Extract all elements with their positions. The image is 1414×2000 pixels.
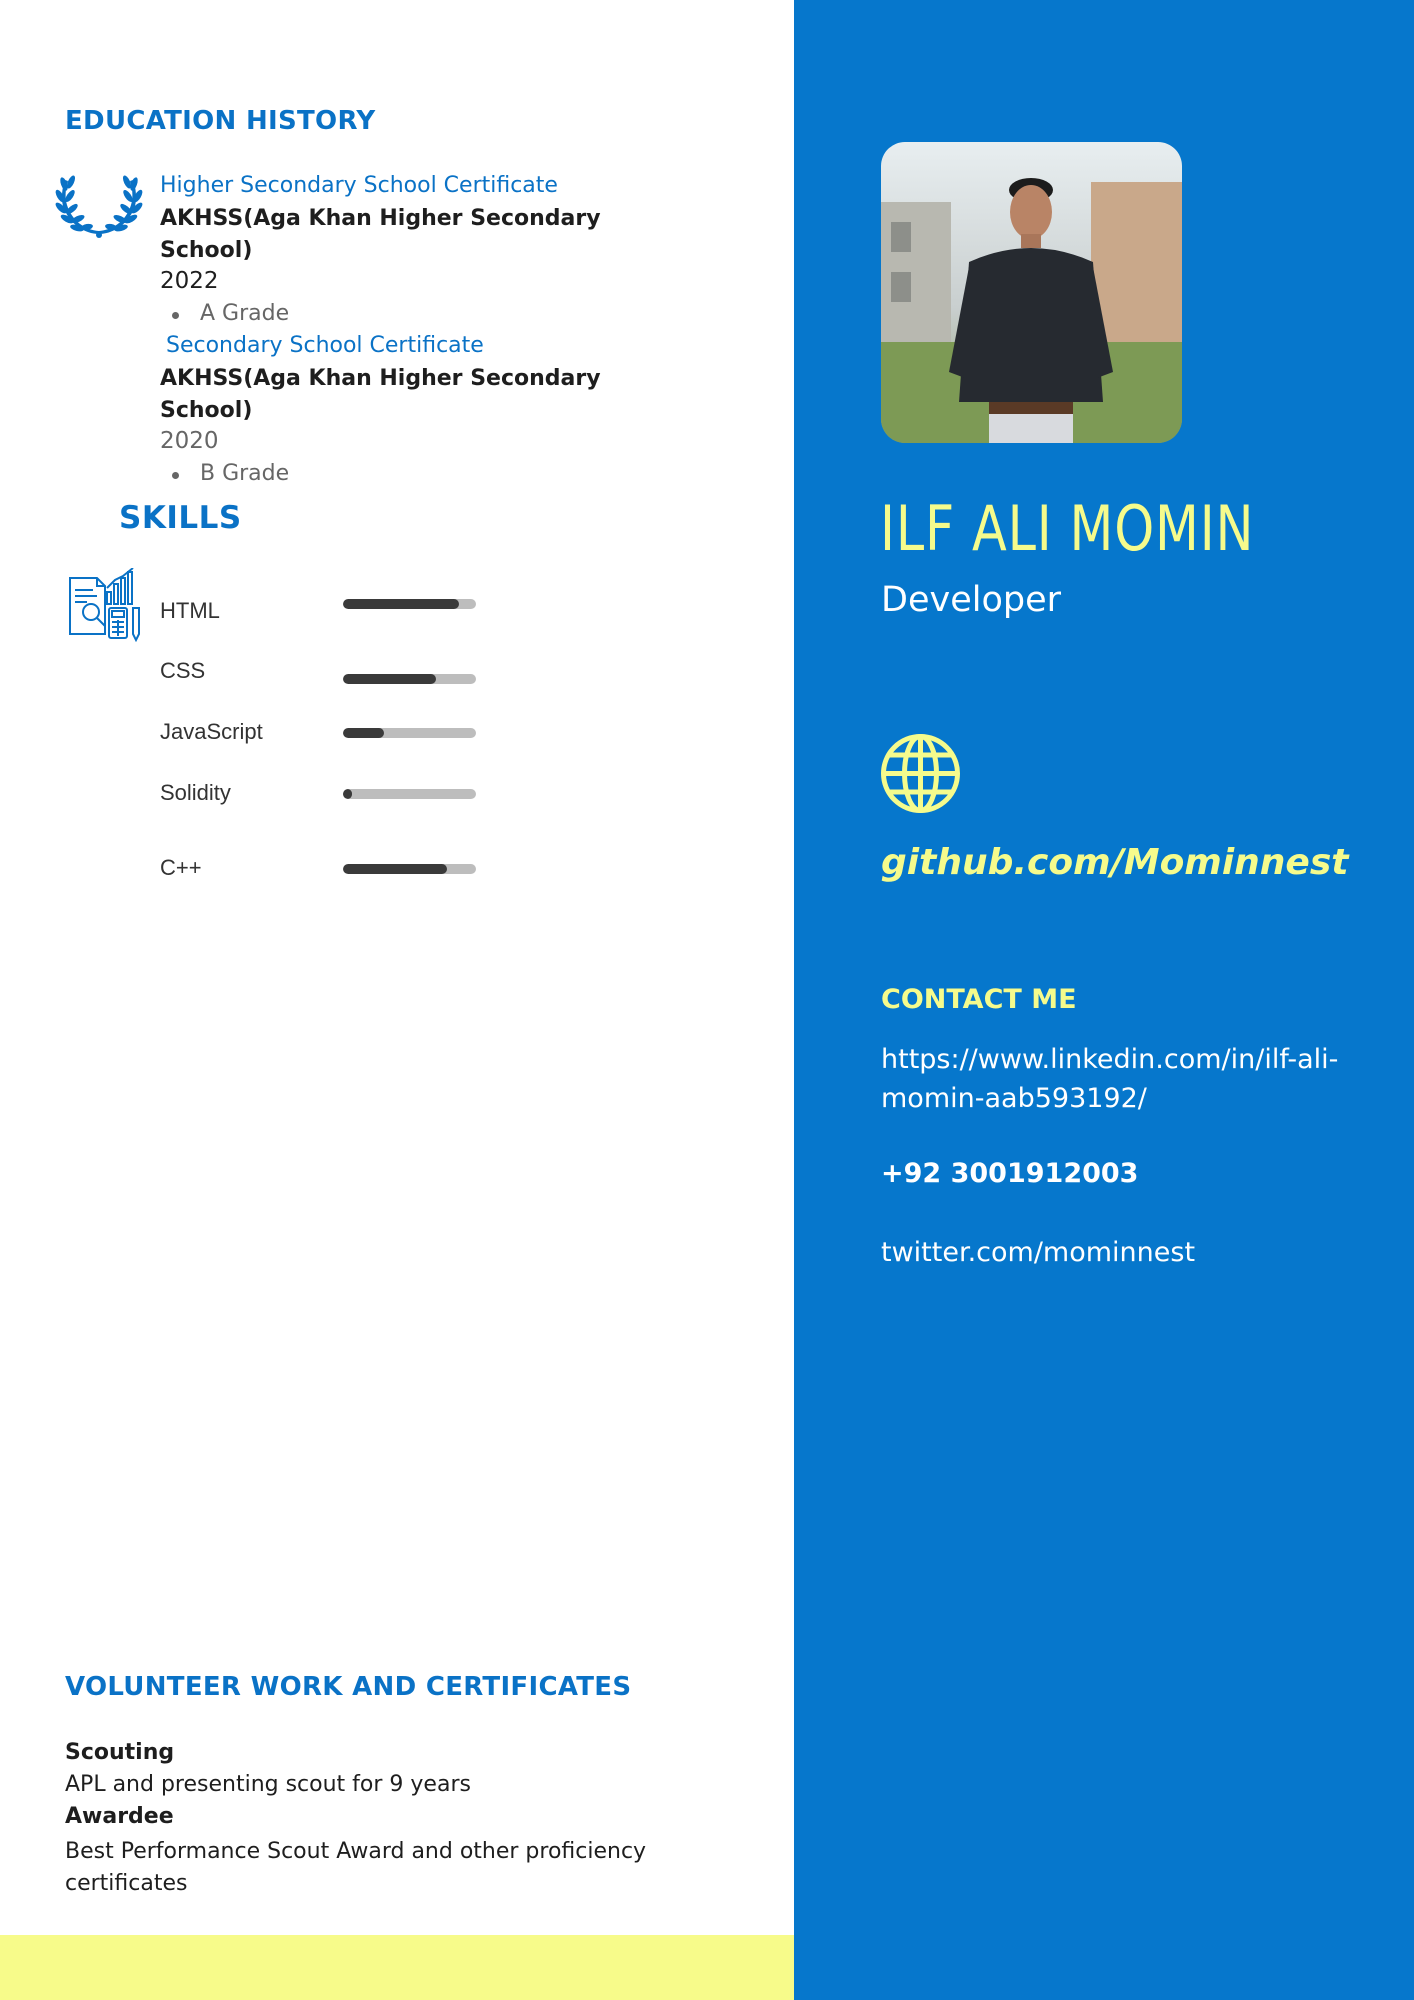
skill-level-bar [343, 864, 476, 874]
volunteer-heading-1: Scouting [65, 1740, 175, 1765]
skill-label: C++ [160, 855, 202, 880]
education-title: EDUCATION HISTORY [65, 106, 376, 136]
phone-number: +92 3001912003 [881, 1158, 1139, 1189]
skill-label: HTML [160, 598, 220, 623]
analytics-document-icon [69, 568, 140, 642]
github-link[interactable]: github.com/Mominnest [881, 842, 1348, 883]
skill-label: JavaScript [160, 719, 263, 744]
education-certificate-2: Secondary School Certificate [166, 333, 484, 358]
globe-icon [881, 734, 960, 813]
volunteer-heading-2: Awardee [65, 1804, 174, 1829]
bullet [172, 312, 179, 319]
skill-level-fill [343, 674, 437, 684]
skill-level-bar [343, 599, 476, 609]
education-school-1: AKHSS(Aga Khan Higher Secondary School) [160, 206, 601, 263]
skill-level-fill [343, 599, 459, 609]
skill-level-fill [343, 728, 385, 738]
profile-role: Developer [881, 580, 1062, 620]
volunteer-text-2: Best Performance Scout Award and other p… [65, 1839, 647, 1896]
volunteer-text-1: APL and presenting scout for 9 years [65, 1772, 471, 1797]
education-grade-2: B Grade [200, 461, 290, 486]
education-grade-1: A Grade [200, 301, 290, 326]
education-year-1: 2022 [160, 268, 219, 294]
skill-level-bar [343, 674, 476, 684]
skill-level-fill [343, 789, 353, 799]
bullet [172, 472, 179, 479]
skill-label: CSS [160, 658, 206, 683]
volunteer-title: VOLUNTEER WORK AND CERTIFICATES [65, 1672, 632, 1702]
skill-level-bar [343, 789, 476, 799]
skill-level-fill [343, 864, 447, 874]
contact-title: CONTACT ME [881, 984, 1077, 1015]
skill-label: Solidity [160, 780, 231, 805]
skills-title: SKILLS [119, 500, 242, 536]
skill-level-bar [343, 728, 476, 738]
profile-name: ILF ALI MOMIN [880, 492, 1255, 565]
education-school-2: AKHSS(Aga Khan Higher Secondary School) [160, 366, 601, 423]
profile-photo [881, 142, 1182, 443]
education-year-2: 2020 [160, 428, 219, 454]
linkedin-link[interactable]: https://www.linkedin.com/in/ilf-ali-momi… [881, 1040, 1341, 1118]
laurel-wreath-icon [55, 175, 143, 238]
twitter-link[interactable]: twitter.com/mominnest [881, 1237, 1195, 1268]
education-certificate-1: Higher Secondary School Certificate [160, 173, 558, 198]
footer-band [0, 1935, 794, 2000]
